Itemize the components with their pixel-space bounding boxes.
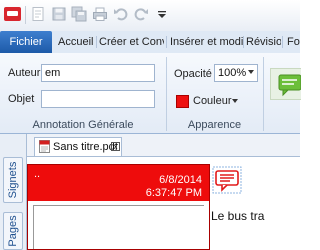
tab-separator: [282, 36, 283, 48]
chevron-down-icon[interactable]: [232, 99, 238, 103]
opacity-label: Opacité: [174, 68, 212, 80]
new-document-icon[interactable]: [30, 6, 46, 22]
annotation-popup[interactable]: .. 6/8/2014 6:37:47 PM: [27, 164, 210, 250]
pdf-file-icon: [39, 140, 50, 153]
ribbon-panel: Auteur em Objet Annotation Générale Opac…: [0, 53, 301, 134]
sidebar-tab-label: Pages: [7, 215, 19, 247]
toolbar-separator: [25, 6, 26, 24]
popup-menu-dots[interactable]: ..: [34, 168, 40, 180]
quick-access-toolbar: [0, 0, 300, 31]
comment-button[interactable]: [270, 68, 301, 100]
tab-inserer-et-modifier[interactable]: Insérer et modif: [170, 31, 243, 53]
redo-icon[interactable]: [133, 6, 149, 22]
save-all-icon[interactable]: [71, 6, 87, 22]
opacity-value: 100%: [218, 67, 247, 79]
tab-fichier[interactable]: Fichier: [0, 31, 52, 53]
group-separator: [263, 57, 264, 131]
tab-revision[interactable]: Révision: [246, 31, 281, 53]
tab-separator: [96, 36, 97, 48]
app-logo-icon[interactable]: [4, 7, 21, 21]
chevron-down-icon: [248, 70, 254, 74]
color-label[interactable]: Couleur: [193, 95, 232, 107]
navigation-sidebar: Signets Pages: [0, 134, 27, 250]
opacity-combo[interactable]: 100%: [214, 64, 258, 82]
subject-field[interactable]: [41, 90, 155, 108]
document-tab-title: Sans titre.pdf: [53, 141, 118, 153]
sidebar-tab-pages[interactable]: Pages: [3, 212, 23, 250]
tab-creer-et-convertir[interactable]: Créer et Conve: [99, 31, 164, 53]
tab-accueil[interactable]: Accueil: [58, 31, 94, 53]
appearance-group-title: Apparence: [187, 119, 242, 131]
author-field[interactable]: em: [41, 64, 155, 82]
author-label: Auteur: [8, 67, 41, 79]
ribbon-tab-bar: Fichier Accueil Créer et Conve Insérer e…: [0, 31, 300, 54]
document-tab[interactable]: Sans titre.pdf x: [34, 137, 122, 156]
annotation-popup-header[interactable]: .. 6/8/2014 6:37:47 PM: [28, 165, 209, 201]
annotation-date: 6/8/2014: [159, 174, 202, 186]
annotation-group-title: Annotation Générale: [32, 119, 134, 131]
annotation-text-area[interactable]: [33, 205, 204, 249]
comment-icon: [278, 74, 301, 97]
annotation-time: 6:37:47 PM: [145, 187, 202, 199]
sidebar-tab-label: Signets: [7, 161, 19, 199]
tab-separator: [243, 36, 244, 48]
customize-toolbar-icon[interactable]: [158, 10, 166, 18]
close-icon[interactable]: x: [111, 142, 120, 151]
save-icon[interactable]: [51, 6, 67, 22]
print-icon[interactable]: [92, 6, 108, 22]
tab-separator: [166, 36, 167, 48]
tab-more[interactable]: Fo: [287, 31, 300, 53]
undo-icon[interactable]: [113, 6, 129, 22]
page-text: Le bus tra: [211, 209, 265, 223]
subject-label: Objet: [8, 93, 35, 105]
comment-note-icon[interactable]: [212, 166, 242, 194]
color-swatch[interactable]: [176, 95, 189, 108]
sidebar-tab-signets[interactable]: Signets: [3, 157, 23, 203]
document-tab-strip: Sans titre.pdf x: [27, 134, 300, 157]
